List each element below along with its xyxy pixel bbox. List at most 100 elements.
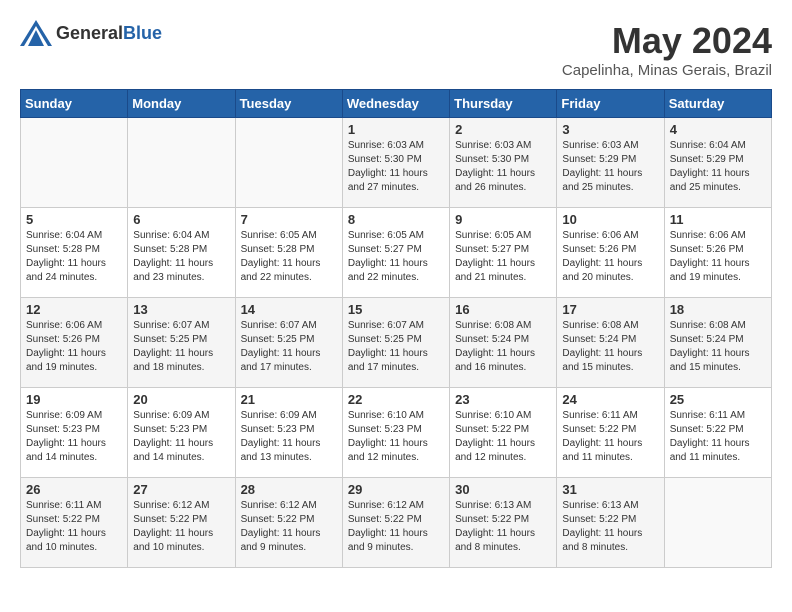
- calendar-location: Capelinha, Minas Gerais, Brazil: [562, 62, 772, 79]
- calendar-title: May 2024: [562, 20, 772, 62]
- day-number: 23: [455, 392, 551, 407]
- calendar-week-4: 19 Sunrise: 6:09 AM Sunset: 5:23 PM Dayli…: [21, 388, 772, 478]
- day-number: 2: [455, 122, 551, 137]
- calendar-cell: [128, 118, 235, 208]
- calendar-cell: 23 Sunrise: 6:10 AM Sunset: 5:22 PM Dayli…: [450, 388, 557, 478]
- day-content: Sunrise: 6:12 AM Sunset: 5:22 PM Dayligh…: [241, 499, 337, 555]
- calendar-cell: 10 Sunrise: 6:06 AM Sunset: 5:26 PM Dayli…: [557, 208, 664, 298]
- header-day-monday: Monday: [128, 90, 235, 118]
- logo-general-text: General: [56, 23, 123, 43]
- day-content: Sunrise: 6:06 AM Sunset: 5:26 PM Dayligh…: [562, 229, 658, 285]
- day-content: Sunrise: 6:09 AM Sunset: 5:23 PM Dayligh…: [26, 409, 122, 465]
- day-number: 26: [26, 482, 122, 497]
- header-day-wednesday: Wednesday: [342, 90, 449, 118]
- day-number: 25: [670, 392, 766, 407]
- day-number: 4: [670, 122, 766, 137]
- day-content: Sunrise: 6:07 AM Sunset: 5:25 PM Dayligh…: [241, 319, 337, 375]
- calendar-cell: 28 Sunrise: 6:12 AM Sunset: 5:22 PM Dayli…: [235, 478, 342, 568]
- header-day-thursday: Thursday: [450, 90, 557, 118]
- day-content: Sunrise: 6:07 AM Sunset: 5:25 PM Dayligh…: [348, 319, 444, 375]
- calendar-cell: 1 Sunrise: 6:03 AM Sunset: 5:30 PM Daylig…: [342, 118, 449, 208]
- calendar-cell: 22Sunrise: 6:10 AM Sunset: 5:23 PM Dayli…: [342, 388, 449, 478]
- day-number: 9: [455, 212, 551, 227]
- day-number: 29: [348, 482, 444, 497]
- calendar-cell: 4 Sunrise: 6:04 AM Sunset: 5:29 PM Daylig…: [664, 118, 771, 208]
- calendar-cell: 20 Sunrise: 6:09 AM Sunset: 5:23 PM Dayli…: [128, 388, 235, 478]
- day-content: Sunrise: 6:08 AM Sunset: 5:24 PM Dayligh…: [455, 319, 551, 375]
- calendar-table: SundayMondayTuesdayWednesdayThursdayFrid…: [20, 89, 772, 568]
- day-content: Sunrise: 6:10 AM Sunset: 5:22 PM Dayligh…: [455, 409, 551, 465]
- day-number: 17: [562, 302, 658, 317]
- calendar-cell: 9 Sunrise: 6:05 AM Sunset: 5:27 PM Daylig…: [450, 208, 557, 298]
- day-content: Sunrise: 6:09 AM Sunset: 5:23 PM Dayligh…: [133, 409, 229, 465]
- day-number: 19: [26, 392, 122, 407]
- calendar-cell: 24 Sunrise: 6:11 AM Sunset: 5:22 PM Dayli…: [557, 388, 664, 478]
- day-content: Sunrise: 6:03 AM Sunset: 5:29 PM Dayligh…: [562, 139, 658, 195]
- day-number: 20: [133, 392, 229, 407]
- day-number: 1: [348, 122, 444, 137]
- calendar-header: SundayMondayTuesdayWednesdayThursdayFrid…: [21, 90, 772, 118]
- calendar-cell: [235, 118, 342, 208]
- day-number: 22: [348, 392, 444, 407]
- calendar-cell: 8Sunrise: 6:05 AM Sunset: 5:27 PM Daylig…: [342, 208, 449, 298]
- calendar-week-3: 12 Sunrise: 6:06 AM Sunset: 5:26 PM Dayli…: [21, 298, 772, 388]
- day-content: Sunrise: 6:11 AM Sunset: 5:22 PM Dayligh…: [562, 409, 658, 465]
- header-row: SundayMondayTuesdayWednesdayThursdayFrid…: [21, 90, 772, 118]
- day-content: Sunrise: 6:03 AM Sunset: 5:30 PM Dayligh…: [348, 139, 444, 195]
- calendar-cell: 21Sunrise: 6:09 AM Sunset: 5:23 PM Dayli…: [235, 388, 342, 478]
- calendar-cell: 25Sunrise: 6:11 AM Sunset: 5:22 PM Dayli…: [664, 388, 771, 478]
- day-number: 15: [348, 302, 444, 317]
- calendar-cell: 27 Sunrise: 6:12 AM Sunset: 5:22 PM Dayli…: [128, 478, 235, 568]
- calendar-week-2: 5 Sunrise: 6:04 AM Sunset: 5:28 PM Daylig…: [21, 208, 772, 298]
- day-number: 18: [670, 302, 766, 317]
- day-number: 30: [455, 482, 551, 497]
- logo-blue-text: Blue: [123, 23, 162, 43]
- day-number: 7: [241, 212, 337, 227]
- day-content: Sunrise: 6:04 AM Sunset: 5:28 PM Dayligh…: [26, 229, 122, 285]
- calendar-cell: 16 Sunrise: 6:08 AM Sunset: 5:24 PM Dayli…: [450, 298, 557, 388]
- logo: GeneralBlue: [20, 20, 162, 46]
- day-content: Sunrise: 6:13 AM Sunset: 5:22 PM Dayligh…: [455, 499, 551, 555]
- calendar-cell: 6Sunrise: 6:04 AM Sunset: 5:28 PM Daylig…: [128, 208, 235, 298]
- page-header: GeneralBlue May 2024 Capelinha, Minas Ge…: [20, 20, 772, 79]
- calendar-week-1: 1 Sunrise: 6:03 AM Sunset: 5:30 PM Daylig…: [21, 118, 772, 208]
- calendar-cell: 13 Sunrise: 6:07 AM Sunset: 5:25 PM Dayli…: [128, 298, 235, 388]
- calendar-cell: [664, 478, 771, 568]
- day-content: Sunrise: 6:05 AM Sunset: 5:28 PM Dayligh…: [241, 229, 337, 285]
- day-content: Sunrise: 6:04 AM Sunset: 5:29 PM Dayligh…: [670, 139, 766, 195]
- day-content: Sunrise: 6:12 AM Sunset: 5:22 PM Dayligh…: [133, 499, 229, 555]
- day-number: 31: [562, 482, 658, 497]
- header-day-tuesday: Tuesday: [235, 90, 342, 118]
- day-number: 28: [241, 482, 337, 497]
- day-number: 6: [133, 212, 229, 227]
- day-number: 12: [26, 302, 122, 317]
- day-number: 14: [241, 302, 337, 317]
- calendar-cell: 12 Sunrise: 6:06 AM Sunset: 5:26 PM Dayli…: [21, 298, 128, 388]
- day-content: Sunrise: 6:08 AM Sunset: 5:24 PM Dayligh…: [670, 319, 766, 375]
- day-content: Sunrise: 6:12 AM Sunset: 5:22 PM Dayligh…: [348, 499, 444, 555]
- day-number: 16: [455, 302, 551, 317]
- day-number: 10: [562, 212, 658, 227]
- title-block: May 2024 Capelinha, Minas Gerais, Brazil: [562, 20, 772, 79]
- day-content: Sunrise: 6:09 AM Sunset: 5:23 PM Dayligh…: [241, 409, 337, 465]
- calendar-cell: 18 Sunrise: 6:08 AM Sunset: 5:24 PM Dayli…: [664, 298, 771, 388]
- day-content: Sunrise: 6:11 AM Sunset: 5:22 PM Dayligh…: [26, 499, 122, 555]
- day-number: 24: [562, 392, 658, 407]
- calendar-cell: 3Sunrise: 6:03 AM Sunset: 5:29 PM Daylig…: [557, 118, 664, 208]
- day-number: 13: [133, 302, 229, 317]
- day-content: Sunrise: 6:05 AM Sunset: 5:27 PM Dayligh…: [455, 229, 551, 285]
- calendar-cell: [21, 118, 128, 208]
- calendar-cell: 7 Sunrise: 6:05 AM Sunset: 5:28 PM Daylig…: [235, 208, 342, 298]
- calendar-cell: 31Sunrise: 6:13 AM Sunset: 5:22 PM Dayli…: [557, 478, 664, 568]
- header-day-sunday: Sunday: [21, 90, 128, 118]
- calendar-cell: 15 Sunrise: 6:07 AM Sunset: 5:25 PM Dayli…: [342, 298, 449, 388]
- calendar-body: 1 Sunrise: 6:03 AM Sunset: 5:30 PM Daylig…: [21, 118, 772, 568]
- day-content: Sunrise: 6:08 AM Sunset: 5:24 PM Dayligh…: [562, 319, 658, 375]
- day-content: Sunrise: 6:06 AM Sunset: 5:26 PM Dayligh…: [26, 319, 122, 375]
- day-number: 5: [26, 212, 122, 227]
- day-content: Sunrise: 6:07 AM Sunset: 5:25 PM Dayligh…: [133, 319, 229, 375]
- calendar-cell: 11Sunrise: 6:06 AM Sunset: 5:26 PM Dayli…: [664, 208, 771, 298]
- calendar-cell: 14 Sunrise: 6:07 AM Sunset: 5:25 PM Dayli…: [235, 298, 342, 388]
- header-day-friday: Friday: [557, 90, 664, 118]
- day-number: 27: [133, 482, 229, 497]
